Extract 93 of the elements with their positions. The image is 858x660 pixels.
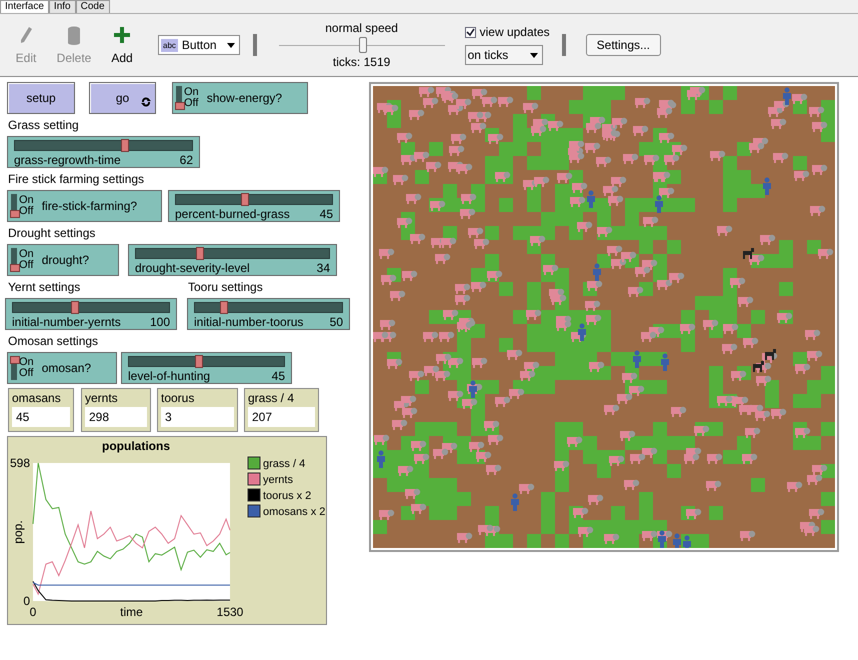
tab[interactable]: Interface	[0, 0, 49, 13]
speed-slider-thumb[interactable]	[358, 37, 367, 53]
slider[interactable]: drought-severity-level 34	[128, 244, 337, 276]
monitor-value: 207	[248, 407, 315, 427]
switch-off-text: Off	[19, 206, 34, 217]
switch-knob[interactable]	[175, 102, 185, 110]
slider-thumb[interactable]	[240, 193, 249, 206]
slider-thumb[interactable]	[120, 139, 129, 152]
slider-label: percent-burned-grass	[175, 207, 290, 221]
switch-label: omosan?	[42, 361, 92, 375]
slider-value: 45	[272, 369, 285, 383]
switch-on-text: On	[19, 249, 34, 260]
switch-on-text: On	[184, 87, 199, 98]
slider-label: initial-number-yernts	[12, 315, 121, 329]
switch-knob[interactable]	[10, 356, 20, 364]
x-tick-label: 1530	[216, 605, 244, 619]
caret-icon	[226, 42, 235, 48]
monitor-label: omasans	[12, 391, 62, 405]
trash-can-icon	[65, 25, 83, 45]
switch-off-text: Off	[19, 260, 34, 271]
speed-slider[interactable]	[278, 37, 445, 53]
slider[interactable]: grass-regrowth-time 62	[7, 136, 200, 168]
slider-value: 34	[316, 261, 330, 275]
checkbox-label: view updates	[480, 25, 550, 39]
y-axis-label: pop.	[11, 520, 25, 544]
widget-type-dropdown[interactable]: abc Button	[158, 35, 240, 55]
update-mode-dropdown[interactable]: on ticks	[464, 45, 543, 65]
monitor-label: toorus	[161, 391, 196, 405]
tab[interactable]: Info	[48, 0, 76, 13]
legend-label: grass / 4	[263, 458, 306, 470]
switch-label: show-energy?	[206, 91, 282, 105]
monitor-value: 3	[161, 407, 234, 427]
slider-value: 62	[180, 153, 193, 167]
legend-label: toorus x 2	[263, 490, 312, 502]
switch-label: fire-stick-farming?	[42, 199, 138, 213]
section-label: Yernt settings	[7, 280, 82, 294]
legend-label: yernts	[263, 474, 293, 486]
switch-off-text: Off	[184, 98, 199, 109]
toolbar-add-button[interactable]: Add	[102, 25, 142, 65]
legend-swatch	[248, 456, 260, 470]
section-label: Grass setting	[7, 118, 80, 132]
slider-thumb[interactable]	[71, 301, 80, 314]
dropdown-value: on ticks	[468, 48, 508, 62]
tick-counter: ticks: 1519	[332, 55, 390, 69]
slider-value: 45	[320, 207, 333, 221]
section-label: Omosan settings	[7, 334, 100, 348]
plus-icon	[113, 25, 131, 45]
slider-label: initial-number-toorus	[194, 315, 304, 329]
y-tick-label: 0	[23, 594, 30, 608]
slider-thumb[interactable]	[194, 355, 203, 368]
monitor-value: 45	[12, 407, 70, 427]
speed-label: normal speed	[325, 21, 398, 35]
slider-thumb[interactable]	[220, 301, 228, 314]
slider-label: level-of-hunting	[128, 369, 210, 383]
check-icon	[466, 28, 475, 36]
switch-knob[interactable]	[10, 210, 20, 218]
widget-type-icon: abc	[161, 38, 178, 52]
section-label: Drought settings	[7, 226, 96, 240]
slider[interactable]: initial-number-yernts 100	[5, 298, 177, 330]
slider[interactable]: level-of-hunting 45	[121, 352, 292, 384]
slider[interactable]: initial-number-toorus 50	[187, 298, 350, 330]
settings-button[interactable]: Settings...	[586, 34, 662, 56]
legend-swatch	[248, 504, 260, 518]
slider-label: grass-regrowth-time	[14, 153, 121, 167]
slider-thumb[interactable]	[196, 247, 204, 260]
switch-label: drought?	[42, 253, 90, 267]
chart-title: populations	[102, 439, 170, 453]
forever-icon	[141, 97, 151, 107]
legend-swatch	[248, 472, 260, 486]
widget-button[interactable]: setup	[7, 82, 75, 114]
slider-value: 50	[330, 315, 343, 329]
legend-label: omosans x 2	[263, 506, 326, 518]
widget-button[interactable]: go	[89, 82, 156, 114]
monitor-label: yernts	[85, 391, 119, 405]
switch-off-text: Off	[19, 368, 34, 379]
x-axis-label: time	[120, 605, 143, 619]
slider-label: drought-severity-level	[135, 261, 250, 275]
caret-icon	[530, 52, 538, 58]
section-label: Tooru settings	[187, 280, 264, 294]
switch-on-text: On	[19, 195, 34, 206]
view-updates-checkbox[interactable]	[464, 26, 476, 38]
slider[interactable]: percent-burned-grass 45	[168, 190, 340, 222]
tab[interactable]: Code	[76, 0, 110, 13]
monitor-label: grass / 4	[248, 391, 296, 405]
switch-knob[interactable]	[10, 264, 20, 272]
section-label: Fire stick farming settings	[7, 172, 146, 186]
switch-on-text: On	[19, 357, 34, 368]
y-tick-label: 598	[10, 456, 30, 470]
x-tick-label: 0	[30, 605, 36, 619]
dropdown-value: Button	[182, 38, 217, 52]
slider-value: 100	[150, 315, 170, 329]
legend-swatch	[248, 488, 260, 502]
monitor-value: 298	[85, 407, 147, 427]
